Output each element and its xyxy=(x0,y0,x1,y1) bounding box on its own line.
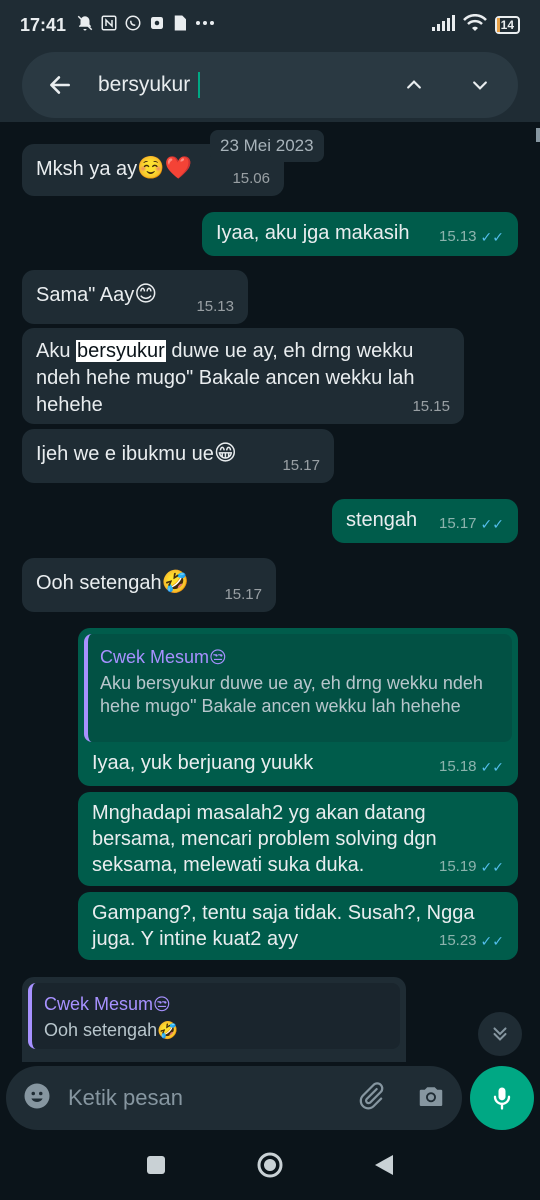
message-time: 15.19 xyxy=(438,858,477,875)
incoming-reply-message[interactable]: Cwek Mesum😒 Ooh setengah🤣 xyxy=(22,977,406,1062)
double-chevron-down-icon xyxy=(493,1027,507,1041)
message-time: 15.17 xyxy=(282,457,320,474)
nfc-icon xyxy=(100,14,118,36)
back-arrow-icon[interactable] xyxy=(42,67,78,103)
quote-author: Cwek Mesum😒 xyxy=(44,994,171,1014)
status-bar: 17:41 14 xyxy=(0,0,540,50)
signal-icon xyxy=(431,14,455,37)
composer xyxy=(0,1062,540,1134)
message-status: 15.17 ✓✓ xyxy=(439,511,504,537)
message-time: 15.18 xyxy=(438,758,477,775)
recent-apps-button[interactable] xyxy=(145,1154,167,1181)
mute-notification-icon xyxy=(76,14,94,36)
message-text: Gampang?, tentu saja tidak. Susah?, Ngga… xyxy=(92,902,475,950)
message-time: 15.13 xyxy=(196,298,234,315)
more-notifications-icon xyxy=(194,14,216,36)
chevron-up-icon[interactable] xyxy=(396,67,432,103)
message-time: 15.23 xyxy=(438,932,477,949)
scrollbar[interactable] xyxy=(536,128,540,142)
whatsapp-icon xyxy=(124,14,142,36)
message-text: Mksh ya ay xyxy=(36,158,138,180)
outgoing-message[interactable]: stengah 15.17 ✓✓ xyxy=(332,499,518,543)
message-text: Sama" Aay xyxy=(36,284,135,306)
incoming-message[interactable]: Ijeh we e ibukmu ue😁 15.17 xyxy=(22,429,334,483)
battery-level: 14 xyxy=(500,18,514,32)
microphone-icon xyxy=(493,1087,511,1110)
outgoing-message[interactable]: Gampang?, tentu saja tidak. Susah?, Ngga… xyxy=(78,892,518,960)
message-emoji: 🤣 xyxy=(161,569,190,594)
home-button[interactable] xyxy=(256,1151,284,1184)
quote-text: Aku bersyukur duwe ue ay, eh drng wekku … xyxy=(100,673,483,716)
message-text-before: Aku xyxy=(36,340,77,362)
message-status: 15.23 ✓✓ xyxy=(439,928,504,954)
message-text: Ijeh we e ibukmu ue xyxy=(36,443,214,465)
outgoing-reply-message[interactable]: Cwek Mesum😒 Aku bersyukur duwe ue ay, eh… xyxy=(78,628,518,786)
text-caret xyxy=(198,72,200,98)
search-bar xyxy=(22,52,518,118)
attach-icon[interactable] xyxy=(356,1081,386,1116)
chevron-down-icon[interactable] xyxy=(462,67,498,103)
top-bar xyxy=(0,50,540,122)
status-time: 17:41 xyxy=(20,14,67,35)
outgoing-message[interactable]: Iyaa, aku jga makasih 15.13 ✓✓ xyxy=(202,212,518,256)
message-status: 15.13 ✓✓ xyxy=(439,224,504,250)
double-tick-icon: ✓✓ xyxy=(480,516,504,532)
system-navigation-bar xyxy=(0,1134,540,1200)
message-text: stengah xyxy=(346,509,418,531)
message-text: Mnghadapi masalah2 yg akan datang bersam… xyxy=(92,802,437,876)
app-notification-icon xyxy=(148,14,166,36)
message-time: 15.17 xyxy=(438,515,477,532)
back-button[interactable] xyxy=(373,1153,395,1182)
message-time: 15.13 xyxy=(438,228,477,245)
message-time: 15.06 xyxy=(232,170,270,187)
file-notification-icon xyxy=(172,14,188,36)
quote-author-emoji: 😒 xyxy=(209,648,227,667)
message-text: Iyaa, aku jga makasih xyxy=(216,222,410,244)
message-text: Ooh setengah xyxy=(36,572,162,594)
quote-author-emoji: 😒 xyxy=(153,995,171,1014)
search-input[interactable] xyxy=(98,73,200,97)
battery-icon: 14 xyxy=(494,16,520,34)
message-time: 15.17 xyxy=(224,586,262,603)
date-chip: 23 Mei 2023 xyxy=(210,130,324,162)
voice-message-button[interactable] xyxy=(470,1066,534,1130)
message-status: 15.19 ✓✓ xyxy=(439,854,504,880)
outgoing-message[interactable]: Mnghadapi masalah2 yg akan datang bersam… xyxy=(78,792,518,886)
scroll-to-bottom-button[interactable] xyxy=(478,1012,522,1056)
incoming-message[interactable]: Sama" Aay😊 15.13 xyxy=(22,270,248,324)
wifi-icon xyxy=(462,13,487,37)
double-tick-icon: ✓✓ xyxy=(480,859,504,875)
emoji-icon[interactable] xyxy=(22,1081,52,1116)
incoming-message[interactable]: Aku bersyukur duwe ue ay, eh drng wekku … xyxy=(22,328,464,424)
quoted-message[interactable]: Cwek Mesum😒 Ooh setengah🤣 xyxy=(28,983,400,1049)
incoming-message[interactable]: Ooh setengah🤣 15.17 xyxy=(22,558,276,612)
quoted-message[interactable]: Cwek Mesum😒 Aku bersyukur duwe ue ay, eh… xyxy=(84,634,512,742)
message-input[interactable] xyxy=(68,1085,356,1111)
double-tick-icon: ✓✓ xyxy=(480,229,504,245)
camera-icon[interactable] xyxy=(416,1081,446,1116)
double-tick-icon: ✓✓ xyxy=(480,759,504,775)
message-emoji: 😁 xyxy=(213,440,237,465)
message-input-box xyxy=(6,1066,462,1130)
search-highlight: bersyukur xyxy=(76,340,166,362)
double-tick-icon: ✓✓ xyxy=(480,933,504,949)
chat-area[interactable]: Mksh ya ay☺️❤️ 15.06 23 Mei 2023 Iyaa, a… xyxy=(0,122,540,1062)
quote-text: Ooh setengah🤣 xyxy=(44,1020,179,1040)
message-emoji: 😊 xyxy=(134,281,158,306)
message-emoji: ☺️❤️ xyxy=(137,155,192,180)
message-time: 15.15 xyxy=(412,398,450,415)
quote-author: Cwek Mesum😒 xyxy=(100,647,227,667)
message-status: 15.18 ✓✓ xyxy=(439,754,504,780)
